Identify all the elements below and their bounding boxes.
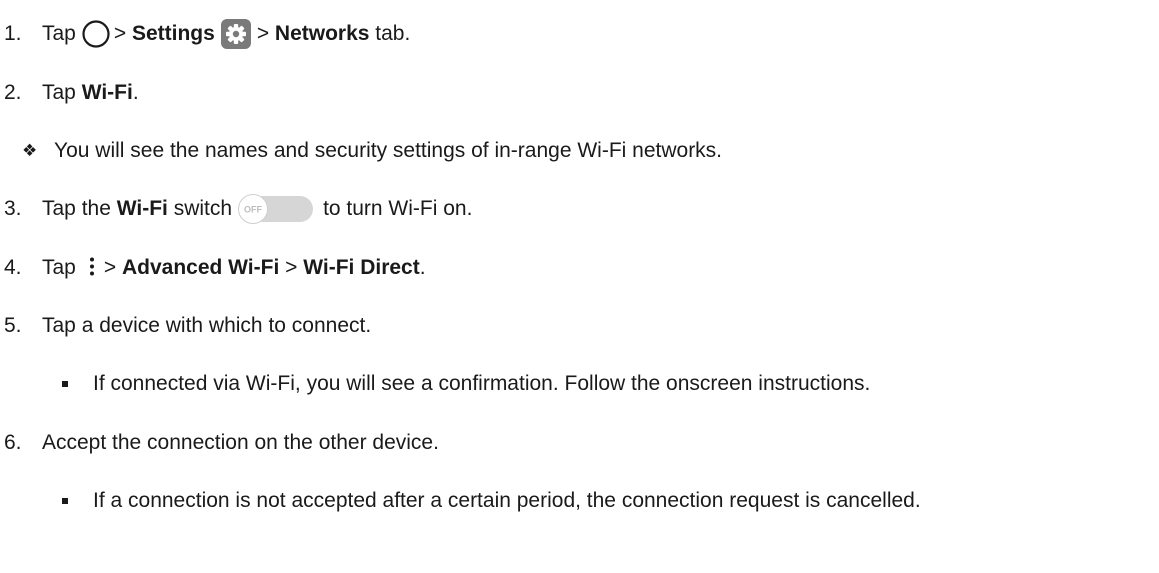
step-2: 2. Tap Wi-Fi . — [0, 73, 139, 113]
wifi-label: Wi-Fi — [81, 81, 133, 104]
step-separator: > — [279, 256, 304, 279]
switch-off-text: OFF — [244, 205, 262, 215]
settings-label: Settings — [131, 22, 215, 45]
sub-step-5: If connected via Wi-Fi, you will see a c… — [0, 364, 870, 404]
step-text: Tap a device with which to connect. — [42, 314, 372, 337]
step-text: . — [132, 81, 139, 104]
step-1: 1. Tap > Settings > Networks tab. — [0, 14, 410, 54]
step-text: Tap — [42, 256, 76, 279]
square-bullet-icon — [62, 381, 68, 387]
step-text: Tap — [42, 22, 76, 45]
sub-step-6: If a connection is not accepted after a … — [0, 481, 921, 521]
step-number: 6. — [4, 431, 22, 454]
diamond-bullet-icon: ❖ — [22, 141, 38, 161]
networks-label: Networks — [274, 22, 370, 45]
step-number: 2. — [4, 81, 22, 104]
step-6: 6. Accept the connection on the other de… — [0, 423, 439, 463]
home-circle-icon — [81, 19, 111, 49]
wifi-label: Wi-Fi — [116, 197, 168, 220]
sub-step-text: If connected via Wi-Fi, you will see a c… — [93, 372, 871, 395]
step-number: 3. — [4, 197, 22, 220]
note-1: ❖ You will see the names and security se… — [0, 131, 722, 171]
step-separator: > — [103, 256, 122, 279]
step-text: Accept the connection on the other devic… — [42, 431, 439, 454]
more-vertical-icon — [88, 256, 96, 280]
step-text: switch — [167, 197, 233, 220]
step-text: tab. — [369, 22, 411, 45]
step-3: 3. Tap the Wi-Fi switch OFF to turn Wi-F… — [0, 189, 472, 229]
settings-gear-icon — [220, 19, 251, 49]
step-text: Tap — [42, 81, 82, 104]
step-separator: > — [113, 22, 132, 45]
toggle-switch-off-icon: OFF — [237, 193, 315, 225]
step-text: to turn Wi-Fi on. — [323, 197, 473, 220]
step-separator: > — [256, 22, 275, 45]
step-5: 5. Tap a device with which to connect. — [0, 306, 371, 346]
step-number: 5. — [4, 314, 22, 337]
step-number: 1. — [4, 22, 22, 45]
note-text: You will see the names and security sett… — [54, 139, 723, 162]
step-text: . — [419, 256, 426, 279]
wifi-direct-label: Wi-Fi Direct — [303, 256, 420, 279]
step-4: 4. Tap > Advanced Wi-Fi > Wi-Fi Direct . — [0, 248, 426, 288]
advanced-wifi-label: Advanced Wi-Fi — [121, 256, 280, 279]
step-number: 4. — [4, 256, 22, 279]
square-bullet-icon — [62, 498, 68, 504]
sub-step-text: If a connection is not accepted after a … — [93, 489, 921, 512]
step-text: Tap the — [42, 197, 117, 220]
